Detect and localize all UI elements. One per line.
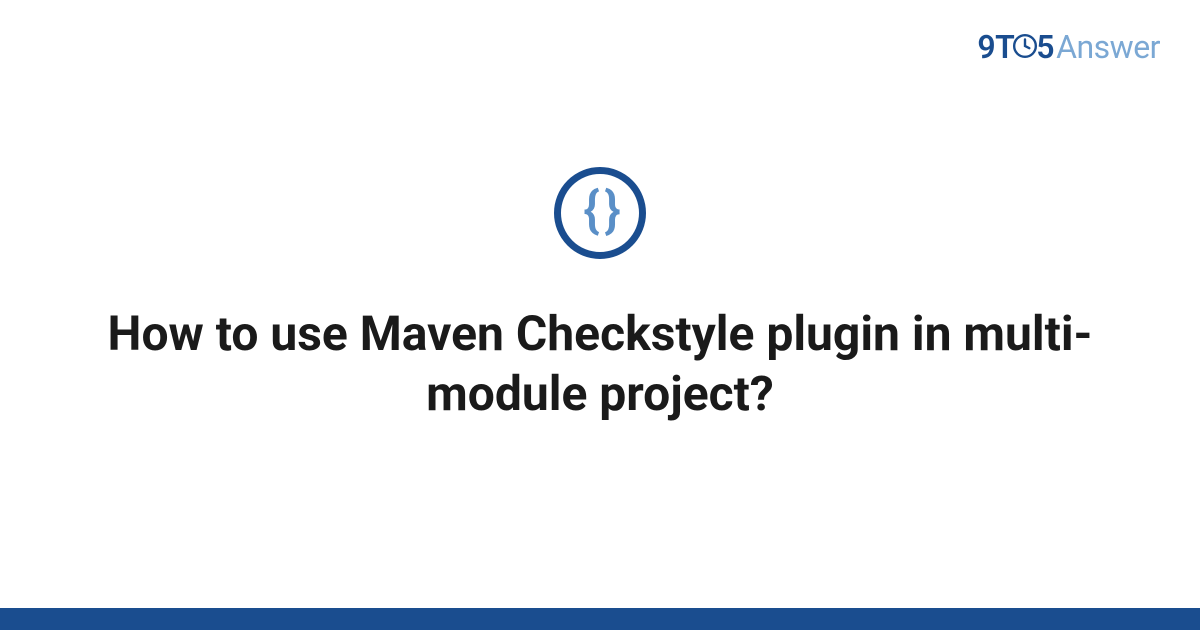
footer-accent-bar (0, 608, 1200, 630)
logo-text-answer: Answer (1056, 28, 1160, 66)
main-content: { } How to use Maven Checkstyle plugin i… (0, 0, 1200, 630)
site-logo[interactable]: 9T 5 Answer (977, 28, 1160, 66)
braces-glyph: { } (583, 186, 617, 236)
code-braces-icon: { } (554, 167, 646, 259)
logo-text-5: 5 (1036, 28, 1054, 66)
page-title: How to use Maven Checkstyle plugin in mu… (100, 304, 1100, 424)
logo-text-9t: 9T (977, 28, 1014, 66)
logo-clock-icon (1012, 36, 1038, 59)
